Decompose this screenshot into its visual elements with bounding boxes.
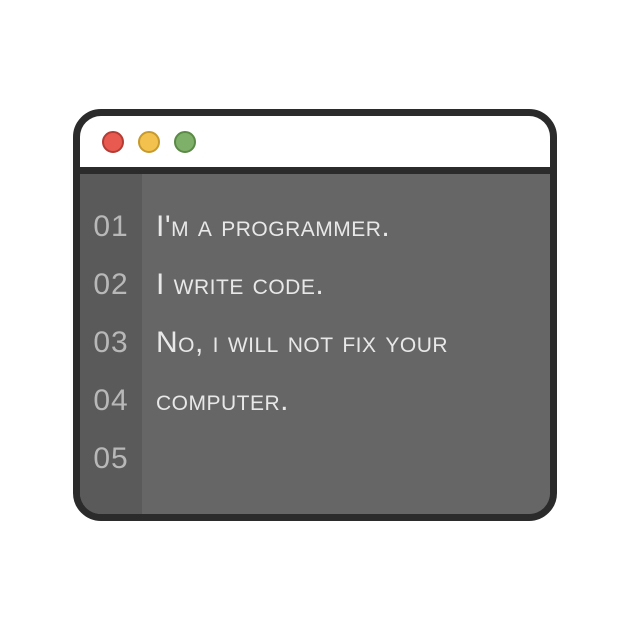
code-line: computer. bbox=[156, 372, 550, 430]
line-number: 02 bbox=[80, 256, 142, 314]
code-line: No, i will not fix your bbox=[156, 314, 550, 372]
code-editor-window: 01 02 03 04 05 I'm a programmer. I write… bbox=[73, 109, 557, 521]
code-line: I'm a programmer. bbox=[156, 198, 550, 256]
line-number: 03 bbox=[80, 314, 142, 372]
maximize-icon bbox=[174, 131, 196, 153]
line-number-gutter: 01 02 03 04 05 bbox=[80, 174, 142, 514]
line-number: 01 bbox=[80, 198, 142, 256]
close-icon bbox=[102, 131, 124, 153]
window-titlebar bbox=[80, 116, 550, 174]
code-line: I write code. bbox=[156, 256, 550, 314]
editor-content: I'm a programmer. I write code. No, i wi… bbox=[142, 174, 550, 514]
editor-body: 01 02 03 04 05 I'm a programmer. I write… bbox=[80, 174, 550, 514]
line-number: 04 bbox=[80, 372, 142, 430]
minimize-icon bbox=[138, 131, 160, 153]
line-number: 05 bbox=[80, 430, 142, 488]
